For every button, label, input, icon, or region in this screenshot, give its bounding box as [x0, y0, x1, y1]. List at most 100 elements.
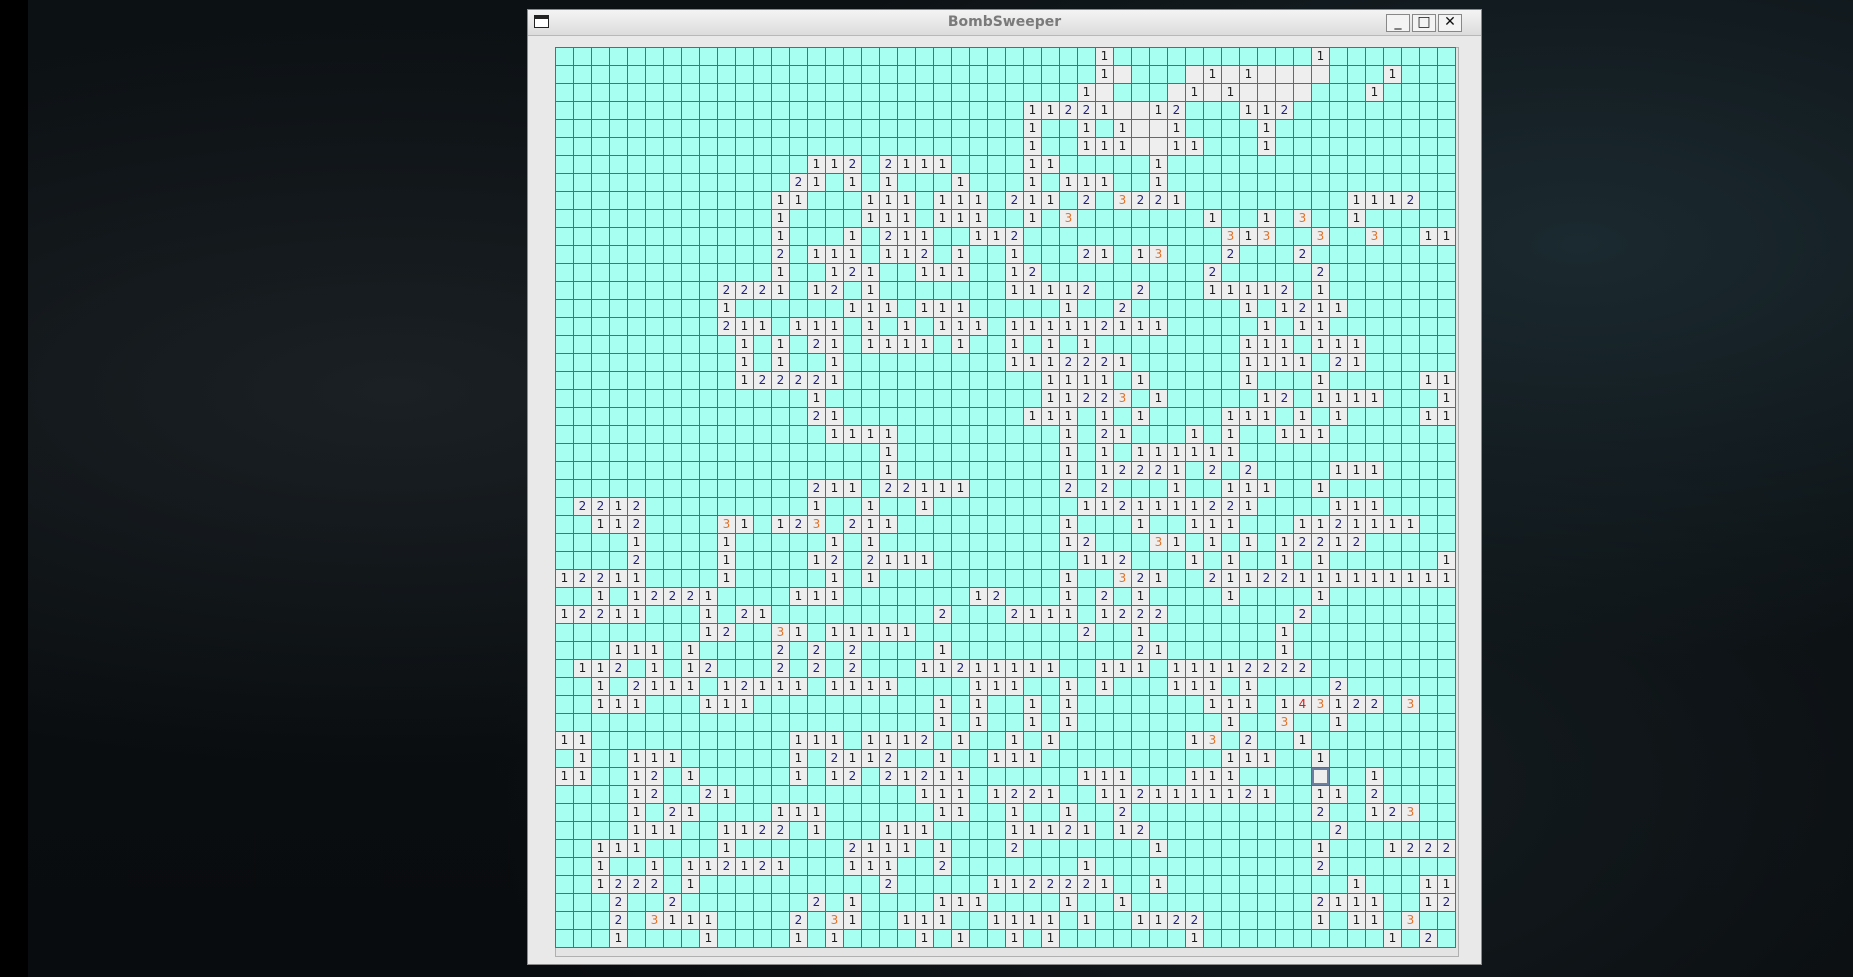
unrevealed-cell[interactable] [592, 750, 610, 768]
unrevealed-cell[interactable] [772, 390, 790, 408]
revealed-number-cell[interactable]: 1 [1186, 786, 1204, 804]
revealed-number-cell[interactable]: 1 [1096, 66, 1114, 84]
revealed-number-cell[interactable]: 1 [700, 624, 718, 642]
revealed-number-cell[interactable]: 3 [1294, 210, 1312, 228]
revealed-number-cell[interactable]: 2 [1132, 570, 1150, 588]
unrevealed-cell[interactable] [1240, 264, 1258, 282]
unrevealed-cell[interactable] [754, 588, 772, 606]
unrevealed-cell[interactable] [844, 714, 862, 732]
unrevealed-cell[interactable] [826, 696, 844, 714]
unrevealed-cell[interactable] [1096, 930, 1114, 948]
unrevealed-cell[interactable] [718, 210, 736, 228]
unrevealed-cell[interactable] [826, 894, 844, 912]
unrevealed-cell[interactable] [682, 534, 700, 552]
unrevealed-cell[interactable] [574, 840, 592, 858]
unrevealed-cell[interactable] [1042, 498, 1060, 516]
revealed-empty-cell[interactable] [1294, 84, 1312, 102]
unrevealed-cell[interactable] [1330, 624, 1348, 642]
unrevealed-cell[interactable] [754, 714, 772, 732]
unrevealed-cell[interactable] [628, 264, 646, 282]
revealed-number-cell[interactable]: 1 [790, 768, 808, 786]
unrevealed-cell[interactable] [1168, 300, 1186, 318]
revealed-number-cell[interactable]: 1 [1348, 390, 1366, 408]
unrevealed-cell[interactable] [1402, 660, 1420, 678]
unrevealed-cell[interactable] [844, 318, 862, 336]
unrevealed-cell[interactable] [736, 48, 754, 66]
revealed-number-cell[interactable]: 1 [934, 156, 952, 174]
unrevealed-cell[interactable] [1402, 282, 1420, 300]
unrevealed-cell[interactable] [1060, 192, 1078, 210]
revealed-number-cell[interactable]: 2 [844, 768, 862, 786]
revealed-number-cell[interactable]: 1 [1204, 66, 1222, 84]
unrevealed-cell[interactable] [1222, 858, 1240, 876]
unrevealed-cell[interactable] [1006, 480, 1024, 498]
revealed-number-cell[interactable]: 1 [844, 858, 862, 876]
revealed-number-cell[interactable]: 1 [790, 930, 808, 948]
unrevealed-cell[interactable] [988, 174, 1006, 192]
unrevealed-cell[interactable] [1096, 192, 1114, 210]
unrevealed-cell[interactable] [1078, 444, 1096, 462]
revealed-number-cell[interactable]: 2 [592, 606, 610, 624]
unrevealed-cell[interactable] [1222, 912, 1240, 930]
revealed-number-cell[interactable]: 2 [1150, 192, 1168, 210]
revealed-number-cell[interactable]: 1 [718, 822, 736, 840]
unrevealed-cell[interactable] [934, 426, 952, 444]
unrevealed-cell[interactable] [1420, 174, 1438, 192]
unrevealed-cell[interactable] [556, 444, 574, 462]
unrevealed-cell[interactable] [736, 210, 754, 228]
unrevealed-cell[interactable] [1114, 336, 1132, 354]
revealed-number-cell[interactable]: 1 [1132, 498, 1150, 516]
unrevealed-cell[interactable] [970, 120, 988, 138]
revealed-number-cell[interactable]: 1 [1006, 246, 1024, 264]
revealed-number-cell[interactable]: 1 [1240, 570, 1258, 588]
unrevealed-cell[interactable] [1060, 786, 1078, 804]
revealed-number-cell[interactable]: 1 [736, 318, 754, 336]
revealed-number-cell[interactable]: 1 [970, 660, 988, 678]
revealed-number-cell[interactable]: 1 [988, 660, 1006, 678]
unrevealed-cell[interactable] [1294, 228, 1312, 246]
revealed-number-cell[interactable]: 3 [1204, 732, 1222, 750]
unrevealed-cell[interactable] [664, 858, 682, 876]
unrevealed-cell[interactable] [736, 84, 754, 102]
revealed-number-cell[interactable]: 1 [628, 768, 646, 786]
unrevealed-cell[interactable] [1366, 156, 1384, 174]
unrevealed-cell[interactable] [1114, 246, 1132, 264]
unrevealed-cell[interactable] [1330, 444, 1348, 462]
unrevealed-cell[interactable] [808, 786, 826, 804]
unrevealed-cell[interactable] [808, 678, 826, 696]
revealed-number-cell[interactable]: 1 [646, 678, 664, 696]
unrevealed-cell[interactable] [1438, 102, 1456, 120]
unrevealed-cell[interactable] [1024, 246, 1042, 264]
revealed-number-cell[interactable]: 1 [826, 354, 844, 372]
unrevealed-cell[interactable] [736, 588, 754, 606]
unrevealed-cell[interactable] [700, 768, 718, 786]
unrevealed-cell[interactable] [682, 156, 700, 174]
unrevealed-cell[interactable] [556, 642, 574, 660]
unrevealed-cell[interactable] [1294, 768, 1312, 786]
unrevealed-cell[interactable] [970, 174, 988, 192]
unrevealed-cell[interactable] [1150, 354, 1168, 372]
revealed-number-cell[interactable]: 2 [898, 480, 916, 498]
revealed-number-cell[interactable]: 1 [700, 588, 718, 606]
revealed-number-cell[interactable]: 1 [1240, 102, 1258, 120]
unrevealed-cell[interactable] [1132, 696, 1150, 714]
unrevealed-cell[interactable] [1240, 894, 1258, 912]
unrevealed-cell[interactable] [844, 732, 862, 750]
unrevealed-cell[interactable] [790, 444, 808, 462]
unrevealed-cell[interactable] [1006, 894, 1024, 912]
unrevealed-cell[interactable] [592, 624, 610, 642]
unrevealed-cell[interactable] [1204, 336, 1222, 354]
revealed-number-cell[interactable]: 1 [592, 588, 610, 606]
unrevealed-cell[interactable] [988, 894, 1006, 912]
unrevealed-cell[interactable] [880, 408, 898, 426]
unrevealed-cell[interactable] [1042, 228, 1060, 246]
unrevealed-cell[interactable] [1204, 120, 1222, 138]
revealed-number-cell[interactable]: 1 [772, 210, 790, 228]
unrevealed-cell[interactable] [754, 912, 772, 930]
revealed-number-cell[interactable]: 2 [988, 588, 1006, 606]
unrevealed-cell[interactable] [682, 84, 700, 102]
revealed-number-cell[interactable]: 1 [664, 750, 682, 768]
unrevealed-cell[interactable] [934, 462, 952, 480]
revealed-number-cell[interactable]: 1 [682, 660, 700, 678]
unrevealed-cell[interactable] [754, 876, 772, 894]
